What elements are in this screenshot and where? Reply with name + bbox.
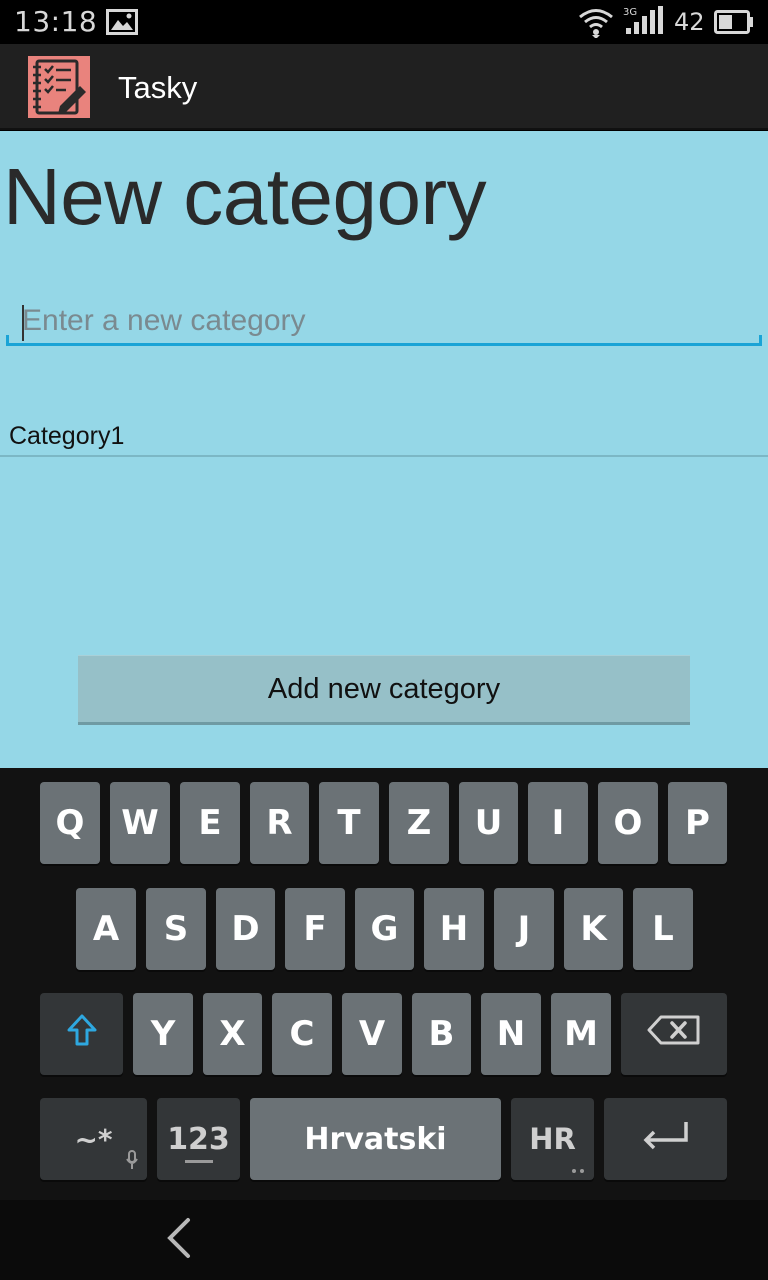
notebook-checklist-icon[interactable] [28, 56, 90, 118]
key-s[interactable]: S [146, 888, 206, 970]
language-dots [571, 1162, 585, 1178]
key-u[interactable]: U [459, 782, 518, 864]
page-title: New category [3, 152, 487, 241]
shift-key[interactable] [40, 993, 123, 1075]
battery-percent: 42 [674, 8, 705, 36]
text-cursor [22, 305, 24, 341]
key-v[interactable]: V [342, 993, 402, 1075]
key-i[interactable]: I [528, 782, 588, 864]
content-area: New category Category1 Add new category [0, 131, 768, 768]
image-icon [106, 9, 138, 39]
key-e[interactable]: E [180, 782, 240, 864]
numbers-key[interactable]: 123 [157, 1098, 240, 1180]
action-bar: Tasky [0, 44, 768, 130]
list-item[interactable]: Category1 [0, 417, 768, 457]
enter-icon [642, 1119, 690, 1159]
language-key[interactable]: HR [511, 1098, 594, 1180]
key-t[interactable]: T [319, 782, 379, 864]
key-l[interactable]: L [633, 888, 693, 970]
key-c[interactable]: C [272, 993, 332, 1075]
back-icon[interactable] [162, 1216, 196, 1264]
key-r[interactable]: R [250, 782, 309, 864]
navigation-bar [0, 1200, 768, 1280]
key-z[interactable]: Z [389, 782, 449, 864]
enter-key[interactable] [604, 1098, 727, 1180]
wifi-icon [578, 6, 614, 42]
key-m[interactable]: M [551, 993, 611, 1075]
key-q[interactable]: Q [40, 782, 100, 864]
shift-icon [66, 1013, 98, 1056]
category-input[interactable] [22, 299, 752, 343]
key-f[interactable]: F [285, 888, 345, 970]
key-d[interactable]: D [216, 888, 275, 970]
soft-keyboard: Q W E R T Z U I O P A S D F G H J K L Y … [0, 768, 768, 1200]
key-j[interactable]: J [494, 888, 554, 970]
key-y[interactable]: Y [133, 993, 193, 1075]
key-x[interactable]: X [203, 993, 262, 1075]
signal-icon [624, 6, 664, 40]
numbers-indicator [185, 1160, 213, 1163]
symbols-label: ~* [74, 1122, 113, 1156]
symbols-key[interactable]: ~* [40, 1098, 147, 1180]
key-n[interactable]: N [481, 993, 541, 1075]
app-title: Tasky [118, 70, 198, 105]
key-p[interactable]: P [668, 782, 727, 864]
key-h[interactable]: H [424, 888, 484, 970]
add-category-button[interactable]: Add new category [78, 655, 690, 725]
status-time: 13:18 [14, 5, 98, 38]
backspace-key[interactable] [621, 993, 727, 1075]
language-label: HR [529, 1122, 576, 1156]
backspace-icon [647, 1014, 701, 1054]
key-g[interactable]: G [355, 888, 414, 970]
category-input-wrapper [6, 299, 762, 349]
key-a[interactable]: A [76, 888, 136, 970]
category-label: Category1 [9, 422, 125, 450]
key-b[interactable]: B [412, 993, 471, 1075]
microphone-icon [126, 1150, 138, 1174]
battery-icon [714, 10, 754, 38]
numbers-label: 123 [167, 1121, 230, 1157]
key-k[interactable]: K [564, 888, 623, 970]
input-underline [6, 335, 762, 346]
space-key[interactable]: Hrvatski [250, 1098, 501, 1180]
key-w[interactable]: W [110, 782, 170, 864]
key-o[interactable]: O [598, 782, 658, 864]
status-bar: 13:18 3G 42 [0, 0, 768, 44]
